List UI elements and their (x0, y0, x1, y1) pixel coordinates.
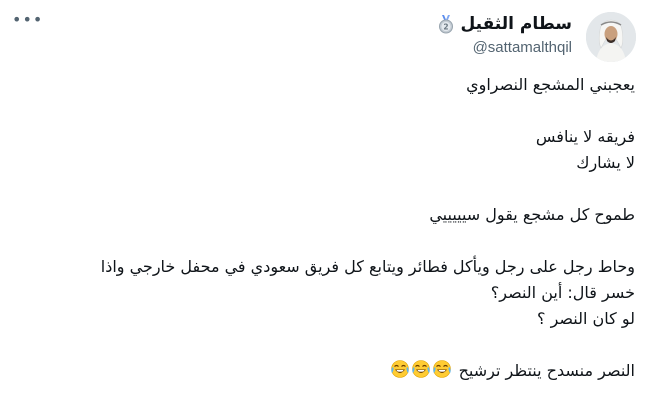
tweet-blank-line (15, 176, 635, 202)
tweet-text: يعجبني المشجع النصراوي فريقه لا ينافس لا… (15, 72, 635, 384)
author-handle[interactable]: @sattamalthqil (436, 37, 572, 59)
emoji-group (390, 360, 453, 380)
author-display-name[interactable]: سطام الثقيل (460, 12, 572, 36)
tweet-line: لا يشارك (576, 153, 635, 172)
tweet-last-line: النصر منسدح ينتظر ترشيح (15, 358, 635, 384)
tweet-blank-line (15, 332, 635, 358)
tweet-blank-line (15, 228, 635, 254)
tweet-line: طموح كل مشجع يقول سيييييي (429, 205, 635, 224)
svg-text:2: 2 (444, 22, 449, 31)
tweet-line: وحاط رجل على رجل ويأكل فطائر ويتابع كل ف… (100, 257, 635, 276)
avatar-image (586, 12, 636, 62)
avatar[interactable] (586, 12, 636, 62)
tweet-line: فريقه لا ينافس (535, 127, 635, 146)
face-with-tears-of-joy-icon (433, 360, 452, 378)
tweet-line: لو كان النصر ؟ (537, 309, 635, 328)
face-with-tears-of-joy-icon (391, 360, 410, 378)
tweet-author: سطام الثقيل 2 @sattamalthqil (436, 12, 572, 59)
tweet-line: خسر قال: أين النصر؟ (490, 283, 635, 302)
tweet-line: يعجبني المشجع النصراوي (466, 75, 635, 94)
tweet-line: النصر منسدح ينتظر ترشيح (458, 361, 635, 380)
medal-2-icon: 2 (439, 15, 454, 34)
tweet-blank-line (15, 98, 635, 124)
more-options-icon[interactable]: ••• (12, 10, 42, 30)
face-with-tears-of-joy-icon (412, 360, 431, 378)
